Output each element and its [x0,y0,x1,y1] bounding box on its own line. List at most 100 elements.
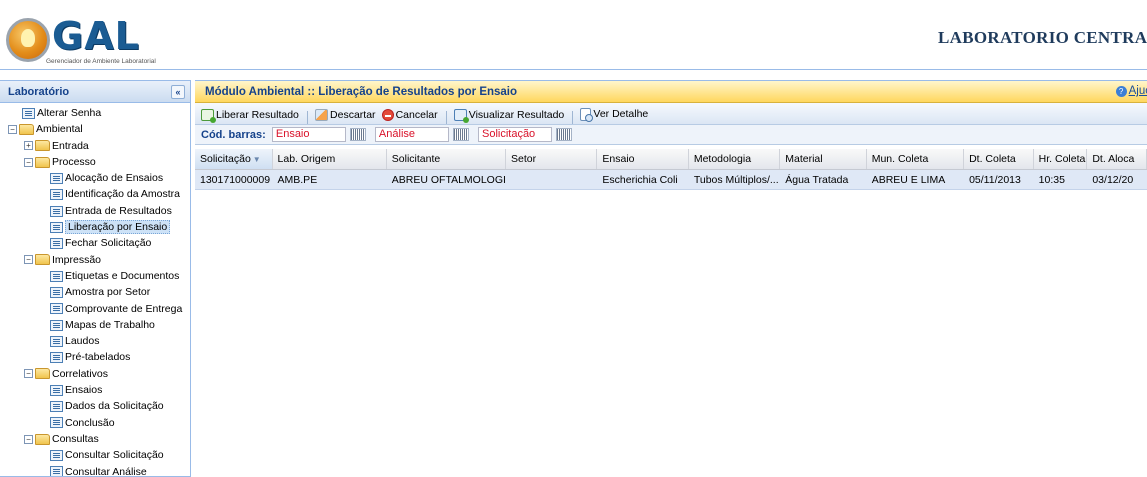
folder-icon [35,254,50,266]
tree-item[interactable]: Consultar Solicitação [0,447,190,463]
solicitacao-barcode-input[interactable]: Solicitação [477,127,552,142]
table-cell: 130171000009 [200,174,271,186]
barcode-icon[interactable] [555,128,572,141]
tree-item[interactable]: − Ambiental [0,121,190,137]
form-icon [50,286,63,298]
form-icon [50,238,63,250]
ensaio-barcode-input[interactable]: Ensaio [271,127,346,142]
column-header-label: Metodologia [693,153,752,165]
column-header[interactable]: Metodologia [689,149,781,169]
tree-item-label: Identificação da Amostra [65,188,180,201]
barcode-icon[interactable] [452,128,469,141]
collapse-icon[interactable]: − [8,125,17,135]
tree-item[interactable]: − Correlativos [0,366,190,382]
ver-detalhe-label: Ver Detalhe [593,108,649,120]
collapse-icon[interactable]: − [24,434,33,444]
table-cell: Escherichia Coli [602,174,678,186]
table-cell: 05/11/2013 [969,174,1021,186]
help-link[interactable]: ?Ajuc [1115,85,1147,97]
panel-title: Módulo Ambiental :: Liberação de Resulta… [205,86,518,98]
tree-item[interactable]: Pré-tabelados [0,349,190,365]
collapse-icon[interactable]: − [24,157,33,167]
cancelar-button[interactable]: Cancelar [381,107,438,123]
tree-item-label: Etiquetas e Documentos [65,269,180,282]
tree-item[interactable]: − Processo [0,154,190,170]
table-cell [506,170,597,189]
liberar-resultado-button[interactable]: Liberar Resultado [201,107,299,123]
collapse-icon[interactable]: − [24,369,33,379]
ver-detalhe-button[interactable]: Ver Detalhe [580,106,648,122]
tree-item-label: Consultas [52,432,99,445]
tree-item[interactable]: Laudos [0,333,190,349]
column-header[interactable]: Solicitante [387,149,506,169]
sort-arrow-icon: ▼ [252,155,261,164]
tree-item[interactable]: Consultar Análise [0,464,190,476]
form-icon [50,303,63,315]
collapse-icon[interactable]: − [24,255,33,265]
table-cell: ABREU E LIMA [871,174,946,186]
column-header[interactable]: Dt. Coleta [964,149,1034,169]
folder-icon [35,433,50,445]
column-header-label: Solicitante [391,153,441,165]
column-header[interactable]: Lab. Origem [273,149,387,169]
descartar-button[interactable]: Descartar [315,107,376,123]
tree-item[interactable]: Dados da Solicitação [0,398,190,414]
expand-icon[interactable]: + [24,141,33,151]
tree-item[interactable]: Fechar Solicitação [0,235,190,251]
barcode-filter-bar: Cód. barras: Ensaio Análise Solicitação [195,125,1147,145]
tree-item[interactable]: Liberação por Ensaio [0,219,190,235]
tree-item[interactable]: Mapas de Trabalho [0,317,190,333]
tree-item-label: Ensaios [65,384,103,397]
tree-item-label: Dados da Solicitação [65,400,164,413]
analise-barcode-input[interactable]: Análise [374,127,449,142]
column-header-label: Dt. Aloca [1092,153,1135,165]
column-header[interactable]: Dt. Aloca [1087,149,1147,169]
tree-item[interactable]: Ensaios [0,382,190,398]
tree-item[interactable]: Comprovante de Entrega [0,301,190,317]
barcode-label: Cód. barras: [201,128,266,141]
eraser-icon [315,108,329,121]
collapse-sidebar-button[interactable]: « [171,85,185,99]
column-header[interactable]: Material [780,149,867,169]
tree-item[interactable]: − Impressão [0,252,190,268]
visualizar-resultado-button[interactable]: Visualizar Resultado [453,107,565,123]
tree-item[interactable]: + Entrada [0,138,190,154]
tree-item-label: Mapas de Trabalho [65,318,155,331]
column-header-label: Material [785,153,823,165]
column-header[interactable]: Hr. Coleta [1034,149,1088,169]
toolbar-separator [306,111,308,125]
tree-item[interactable]: Alocação de Ensaios [0,170,190,186]
column-header[interactable]: Solicitação ▼ [195,149,273,169]
column-header[interactable]: Mun. Coleta [867,149,965,169]
form-icon [50,401,63,413]
tree-item[interactable]: Amostra por Setor [0,284,190,300]
column-header-label: Setor [510,153,537,165]
visualizar-resultado-label: Visualizar Resultado [468,108,565,121]
tree-item[interactable]: Alterar Senha [0,105,190,121]
form-icon [22,107,35,119]
barcode-icon[interactable] [349,128,366,141]
action-toolbar: Liberar Resultado Descartar Cancelar Vis… [195,103,1147,125]
column-header-label: Hr. Coleta [1038,153,1086,165]
tree-item[interactable]: − Consultas [0,431,190,447]
liberar-resultado-label: Liberar Resultado [216,108,299,121]
form-icon [50,189,63,201]
tree-item[interactable]: Etiquetas e Documentos [0,268,190,284]
table-row[interactable]: 130171000009 AMB.PE ABREU OFTALMOLOGIA Esch… [195,170,1147,190]
tree-item-label: Liberação por Ensaio [65,220,171,235]
table-cell: Água Tratada [785,174,849,186]
tree-item[interactable]: Identificação da Amostra [0,186,190,202]
descartar-label: Descartar [330,108,376,121]
logo-text: GAL [52,14,140,58]
column-header[interactable]: Setor [506,149,598,169]
tree-item-label: Laudos [65,335,100,348]
sidebar-header: Laboratório « [0,81,190,103]
help-icon: ? [1115,86,1127,97]
tree-item-label: Alterar Senha [37,107,102,119]
folder-icon [35,156,50,168]
grid-header: Solicitação ▼ Lab. Origem Solicitante Setor E… [195,149,1147,170]
column-header[interactable]: Ensaio [597,149,689,169]
tree-item[interactable]: Entrada de Resultados [0,203,190,219]
laboratory-title: LABORATORIO CENTRA [938,28,1147,47]
tree-item[interactable]: Conclusão [0,415,190,431]
